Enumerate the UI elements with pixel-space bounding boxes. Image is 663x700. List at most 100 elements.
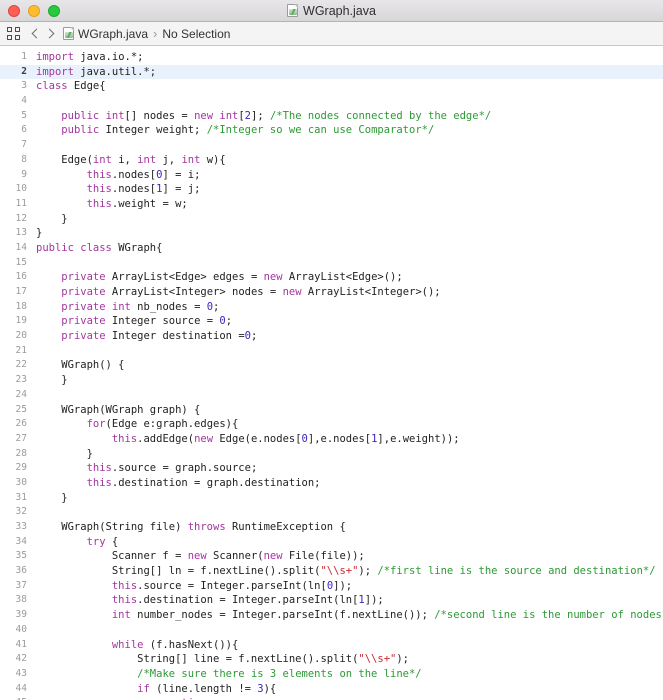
code-line[interactable]: 37 this.source = Integer.parseInt(ln[0])… [0,579,663,594]
code-line[interactable]: 17 private ArrayList<Integer> nodes = ne… [0,285,663,300]
code-text: int number_nodes = Integer.parseInt(f.ne… [111,609,663,622]
code-line[interactable]: 23 } [0,373,663,388]
code-line[interactable]: 27 this.addEdge(new Edge(e.nodes[0],e.no… [0,432,663,447]
line-number: 15 [15,256,27,268]
code-text: import java.io.*; [36,51,144,63]
code-line[interactable]: 36 String[] ln = f.nextLine().split("\\s… [0,564,663,579]
code-line[interactable]: 34 try { [0,535,663,550]
code-line[interactable]: 13} [0,226,663,241]
code-text: WGraph() { [36,359,125,372]
line-number: 21 [15,344,27,356]
code-text: this.addEdge(new Edge(e.nodes[0],e.nodes… [111,432,460,445]
code-text: if (line.length != 3){ [137,682,277,695]
line-number: 9 [21,168,27,180]
line-number: 38 [15,594,27,606]
code-line[interactable]: 1 import java.io.*; [0,50,663,65]
code-line[interactable]: 41 while (f.hasNext()){ [0,638,663,653]
code-line[interactable]: 9 this.nodes[0] = i; [0,168,663,183]
code-line[interactable]: 21 [0,344,663,359]
code-line[interactable]: 18 private int nb_nodes = 0; [0,300,663,315]
line-number: 3 [21,80,27,92]
code-line[interactable]: 15 [0,256,663,271]
line-number: 18 [15,300,27,312]
code-line[interactable]: 20 private Integer destination =0; [0,329,663,344]
code-line[interactable]: 26 for(Edge e:graph.edges){ [0,417,663,432]
code-editor[interactable]: 1 import java.io.*; 2 import java.util.*; 3 c… [0,46,663,700]
code-lines[interactable]: 1 import java.io.*; 2 import java.util.*; 3 c… [0,46,663,700]
chevron-left-icon[interactable] [29,24,43,44]
line-number: 40 [15,623,27,635]
code-line[interactable]: 12 } [0,212,663,227]
code-line[interactable]: 22 WGraph() { [0,358,663,373]
code-line[interactable]: 2 import java.util.*; [0,64,663,80]
code-text: private ArrayList<Integer> nodes = new A… [61,286,441,298]
window-titlebar: WGraph.java [0,0,663,22]
code-line[interactable]: 24 [0,388,663,403]
code-line[interactable]: 28 } [0,447,663,462]
line-number: 43 [15,667,27,679]
breadcrumb-separator: › [153,26,158,41]
line-number: 23 [15,374,27,386]
code-text: private Integer destination =0; [61,330,258,343]
code-text: class Edge{ [36,80,106,93]
code-line[interactable]: 10 this.nodes[1] = j; [0,182,663,197]
line-number: 41 [15,638,27,650]
code-line[interactable]: 29 this.source = graph.source; [0,461,663,476]
minimize-button[interactable] [28,4,40,17]
code-text: public class WGraph{ [36,241,163,254]
line-number: 28 [15,447,27,459]
code-text: this.source = Integer.parseInt(ln[0]); [111,579,353,592]
code-line[interactable]: 44 if (line.length != 3){ [0,682,663,697]
maximize-button[interactable] [48,4,60,17]
line-number: 31 [15,491,27,503]
code-line[interactable]: 14 public class WGraph{ [0,241,663,256]
window-title: WGraph.java [303,3,376,18]
code-text: continue; [0,696,663,700]
code-line[interactable]: 42 String[] line = f.nextLine().split("\… [0,652,663,667]
code-line[interactable]: 30 this.destination = graph.destination; [0,476,663,491]
breadcrumb-item-selection[interactable]: No Selection [162,27,230,41]
line-number: 5 [21,109,27,121]
line-number: 7 [21,139,27,151]
code-text: this.source = graph.source; [86,462,258,475]
code-line[interactable]: 45 continue; [0,696,663,700]
code-line[interactable]: 8 Edge(int i, int j, int w){ [0,153,663,168]
code-text: } [36,447,93,460]
code-line[interactable]: 11 this.weight = w; [0,197,663,212]
code-text: while (f.hasNext()){ [111,638,239,651]
code-line[interactable]: 4 [0,94,663,109]
code-line[interactable]: 7 [0,138,663,153]
code-line[interactable]: 5 public int[] nodes = new int[2]; /*The… [0,109,663,124]
code-line[interactable]: 31 } [0,491,663,506]
code-text: try { [86,535,119,548]
code-line[interactable]: 19 private Integer source = 0; [0,314,663,329]
code-text: private ArrayList<Edge> edges = new Arra… [61,271,403,284]
line-number: 33 [15,521,27,532]
code-text: this.nodes[0] = i; [86,168,201,181]
code-line[interactable]: 39 int number_nodes = Integer.parseInt(f… [0,608,663,623]
code-line[interactable]: 32 [0,505,663,520]
code-line[interactable]: 33 WGraph(String file) throws RuntimeExc… [0,520,663,535]
line-number: 17 [15,286,27,297]
close-button[interactable] [8,4,20,17]
code-line[interactable]: 3 class Edge{ [0,79,663,94]
line-number: 24 [15,388,27,400]
code-line[interactable]: 16 private ArrayList<Edge> edges = new A… [0,270,663,285]
code-line[interactable]: 35 Scanner f = new Scanner(new File(file… [0,549,663,564]
code-line[interactable]: 38 this.destination = Integer.parseInt(l… [0,593,663,608]
code-line[interactable]: 25 WGraph(WGraph graph) { [0,403,663,418]
code-line[interactable]: 6 public Integer weight; /*Integer so we… [0,123,663,138]
chevron-right-icon[interactable] [43,24,57,44]
code-line[interactable]: 40 [0,623,663,638]
line-number: 13 [15,227,27,239]
code-text: Edge(int i, int j, int w){ [36,153,226,166]
line-number: 16 [15,271,27,283]
breadcrumb-item-file[interactable]: WGraph.java [63,27,148,41]
code-line[interactable]: 43 /*Make sure there is 3 elements on th… [0,667,663,682]
grid-icon[interactable] [7,27,20,40]
line-number: 32 [15,506,27,518]
code-text: private int nb_nodes = 0; [61,300,220,313]
code-text: public int[] nodes = new int[2]; /*The n… [61,109,492,122]
code-text: } [36,212,68,225]
